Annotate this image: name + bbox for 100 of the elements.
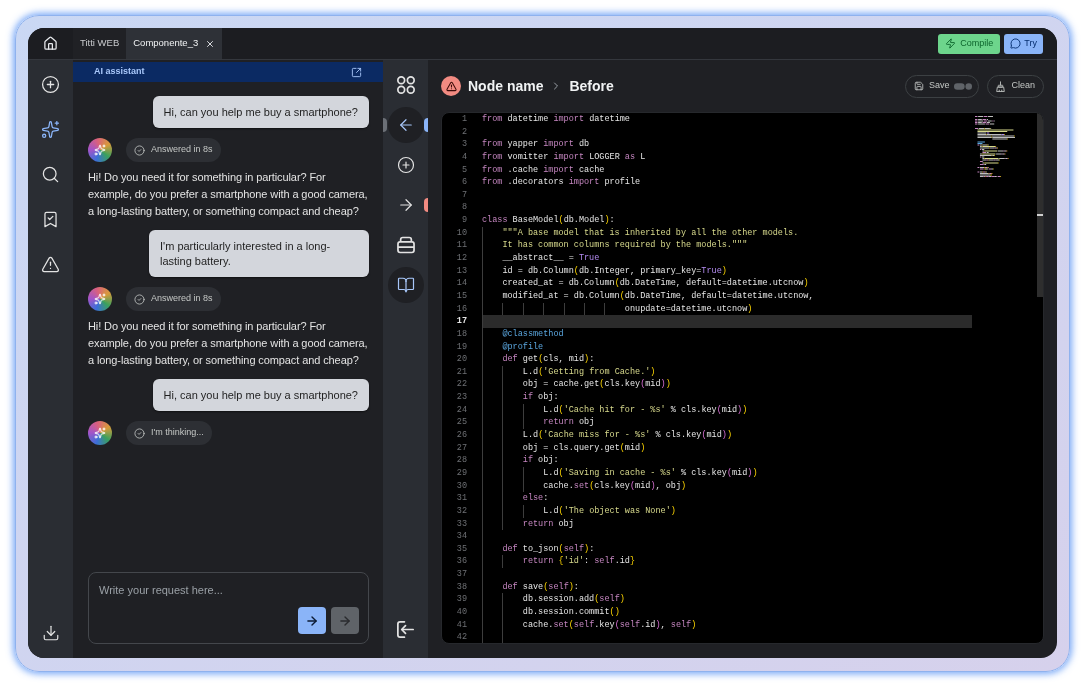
scrollbar-thumb[interactable] — [1037, 113, 1043, 297]
code-line: db.session.commit() — [522, 607, 620, 617]
line-number: 11 — [456, 239, 467, 253]
broom-icon — [996, 80, 1006, 92]
line-number: 27 — [456, 441, 467, 455]
keyboard-shortcut-icon — [954, 82, 973, 90]
line-number: 12 — [456, 252, 467, 265]
toolbar-button[interactable] — [387, 267, 424, 303]
breadcrumb-item[interactable]: Node name — [468, 75, 544, 97]
grid-icon — [396, 76, 415, 94]
check-circle-icon — [134, 144, 145, 156]
code-line: """A base model that is inherited by all the other models. — [502, 227, 799, 238]
line-number: 17 — [456, 315, 467, 328]
connector-port-icon[interactable] — [424, 118, 428, 132]
line-number: 24 — [456, 403, 467, 417]
book-icon — [396, 276, 415, 294]
code-line: return obj — [522, 518, 574, 529]
code-line: from .decorators import profile — [482, 177, 641, 188]
code-line: obj = cache.get(cls.key(mid)) — [522, 379, 671, 390]
plus-circle-icon — [396, 156, 415, 174]
tab[interactable]: Componente_3 — [126, 28, 223, 59]
line-number: 13 — [456, 264, 467, 278]
line-number: 19 — [456, 340, 467, 354]
line-number: 18 — [456, 327, 467, 341]
save-icon — [913, 81, 924, 91]
line-number: 3 — [461, 138, 467, 151]
code-line: L.d('Getting from Cache.') — [522, 366, 656, 377]
line-number: 35 — [456, 542, 467, 556]
breadcrumb-item[interactable]: Before — [569, 75, 614, 97]
save-button[interactable]: Save — [904, 74, 980, 98]
code-line: L.d('The object was None') — [543, 505, 676, 516]
home-icon — [43, 36, 58, 51]
line-number: 28 — [456, 454, 467, 467]
code-line: from datetime import datetime — [482, 114, 630, 124]
line-number: 1 — [461, 113, 467, 126]
line-number: 42 — [456, 631, 467, 643]
code-line: class BaseModel(db.Model): — [482, 215, 615, 226]
line-number: 16 — [456, 302, 467, 316]
line-number: 14 — [456, 277, 467, 290]
line-number: 40 — [456, 606, 467, 619]
sparkles-avatar-icon — [88, 138, 112, 162]
exit-icon — [397, 620, 414, 638]
close-icon[interactable] — [205, 38, 216, 49]
code-line: cache.set(self.key(self.id), self) — [522, 619, 697, 630]
chat-bubble-icon — [1010, 38, 1022, 49]
line-number: 32 — [456, 504, 467, 518]
check-circle-icon — [134, 427, 145, 439]
lightning-icon — [945, 38, 957, 49]
user-message: Hi, can you help me buy a smartphone? — [152, 379, 369, 411]
try-button[interactable]: Try — [1004, 33, 1043, 54]
line-number: 33 — [456, 517, 467, 531]
line-number: 26 — [456, 429, 467, 442]
line-number: 5 — [461, 163, 467, 177]
code-line: created_at = db.Column(db.DateTime, default=datetime.utcnow) — [502, 278, 809, 289]
line-number: 25 — [456, 416, 467, 429]
tab[interactable]: Titti WEB — [73, 28, 127, 59]
code-line: if obj: — [522, 392, 559, 403]
stack-icon — [396, 236, 415, 254]
status-text: Answered in 8s — [151, 143, 213, 157]
line-number: 36 — [456, 555, 467, 569]
code-line: modified_at = db.Column(db.DateTime, default=datetime.utcnow, — [502, 290, 814, 301]
line-number: 37 — [456, 568, 467, 581]
code-line: if obj: — [522, 455, 559, 466]
connector-port-icon[interactable] — [383, 118, 387, 132]
code-line: @profile — [502, 341, 544, 352]
code-line: L.d('Cache hit for - %s' % cls.key(mid)) — [543, 404, 748, 415]
code-line: __abstract__ = True — [502, 253, 600, 264]
status-text: I'm thinking... — [151, 426, 204, 440]
line-number: 4 — [461, 150, 467, 164]
code-line: return obj — [543, 417, 595, 428]
request-input[interactable]: Write your request here... — [88, 572, 369, 644]
line-number: 10 — [456, 226, 467, 240]
code-line: L.d('Saving in cache - %s' % cls.key(mid)) — [543, 467, 758, 478]
user-message: Hi, can you help me buy a smartphone? — [152, 96, 369, 128]
status-text: Answered in 8s — [151, 292, 213, 306]
code-line: @classmethod — [502, 328, 564, 339]
line-number: 22 — [456, 378, 467, 392]
line-number: 8 — [461, 201, 467, 215]
panel-title: AI assistant — [94, 65, 145, 79]
line-number: 38 — [456, 580, 467, 594]
code-editor[interactable] — [441, 112, 1044, 644]
code-minimap[interactable] — [975, 116, 1016, 179]
line-number: 31 — [456, 492, 467, 505]
line-number: 39 — [456, 593, 467, 606]
line-number: 20 — [456, 353, 467, 366]
code-line: def to_json(self): — [502, 543, 595, 554]
code-line: return {'id': self.id} — [522, 556, 636, 567]
send-button[interactable] — [298, 607, 326, 634]
line-number: 15 — [456, 289, 467, 303]
compile-button[interactable]: Compile — [938, 33, 1001, 54]
code-line: db.session.add(self) — [522, 594, 625, 605]
line-number: 9 — [461, 214, 467, 227]
assistant-message: Hi! Do you need it for something in particular? For example, do you prefer a smartphone with a good camera, a long-lasting battery, or something compact and cheap? — [88, 170, 369, 219]
code-line: cache.set(cls.key(mid), obj) — [543, 480, 687, 491]
external-link-icon[interactable] — [351, 66, 362, 78]
cursor-position-icon — [1037, 214, 1043, 216]
line-number: 23 — [456, 391, 467, 404]
code-line: else: — [522, 493, 549, 504]
code-line: L.d('Cache miss for - %s' % cls.key(mid)) — [522, 430, 732, 440]
connector-port-icon[interactable] — [424, 198, 428, 212]
